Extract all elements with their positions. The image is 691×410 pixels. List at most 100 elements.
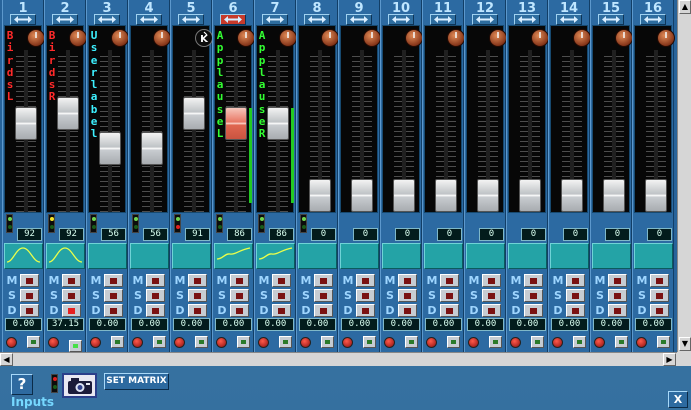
pan-knob-icon[interactable] (279, 29, 297, 47)
pan-knob-icon[interactable] (405, 29, 423, 47)
stereo-link-button[interactable] (514, 14, 540, 25)
fader-cap[interactable] (183, 97, 205, 131)
record-arm-icon[interactable] (342, 337, 353, 348)
help-button[interactable]: ? (11, 374, 33, 395)
group-button[interactable] (195, 336, 208, 348)
mute-button[interactable] (398, 273, 417, 287)
d-button[interactable] (188, 303, 207, 317)
pan-knob-icon[interactable] (615, 29, 633, 47)
mute-button[interactable] (20, 273, 39, 287)
solo-button[interactable] (104, 288, 123, 302)
pan-knob-icon[interactable] (27, 29, 45, 47)
eq-curve-button[interactable] (256, 243, 295, 269)
mute-button[interactable] (230, 273, 249, 287)
group-button[interactable] (489, 336, 502, 348)
record-arm-icon[interactable] (90, 337, 101, 348)
fader-cap[interactable] (603, 179, 625, 213)
mute-button[interactable] (356, 273, 375, 287)
stereo-link-button[interactable] (388, 14, 414, 25)
mute-button[interactable] (272, 273, 291, 287)
solo-button[interactable] (62, 288, 81, 302)
record-arm-icon[interactable] (300, 337, 311, 348)
solo-button[interactable] (20, 288, 39, 302)
d-button[interactable] (62, 303, 81, 317)
camera-icon[interactable] (62, 373, 97, 398)
stereo-link-button[interactable] (430, 14, 456, 25)
d-button[interactable] (272, 303, 291, 317)
group-button[interactable] (405, 336, 418, 348)
group-button[interactable] (363, 336, 376, 348)
solo-button[interactable] (482, 288, 501, 302)
eq-curve-button[interactable] (88, 243, 127, 269)
group-button[interactable] (447, 336, 460, 348)
group-button[interactable] (69, 340, 82, 352)
record-arm-icon[interactable] (132, 337, 143, 348)
d-button[interactable] (566, 303, 585, 317)
vertical-scrollbar[interactable]: ▲ ▼ (677, 0, 691, 352)
eq-curve-button[interactable] (46, 243, 85, 269)
fader-cap[interactable] (57, 97, 79, 131)
record-arm-icon[interactable] (174, 337, 185, 348)
mute-button[interactable] (146, 273, 165, 287)
d-button[interactable] (104, 303, 123, 317)
fader-cap[interactable] (477, 179, 499, 213)
d-button[interactable] (650, 303, 669, 317)
d-button[interactable] (524, 303, 543, 317)
record-arm-icon[interactable] (426, 337, 437, 348)
d-button[interactable] (314, 303, 333, 317)
stereo-link-button[interactable] (220, 14, 246, 25)
scroll-down-arrow-icon[interactable]: ▼ (679, 337, 691, 351)
d-button[interactable] (440, 303, 459, 317)
d-button[interactable] (482, 303, 501, 317)
record-arm-icon[interactable] (216, 337, 227, 348)
scroll-right-arrow-icon[interactable]: ▶ (663, 353, 676, 366)
key-knob-icon[interactable]: K (195, 29, 213, 47)
mute-button[interactable] (566, 273, 585, 287)
solo-button[interactable] (356, 288, 375, 302)
stereo-link-button[interactable] (304, 14, 330, 25)
fader-cap[interactable] (99, 132, 121, 165)
record-arm-icon[interactable] (552, 337, 563, 348)
group-button[interactable] (279, 336, 292, 348)
solo-button[interactable] (608, 288, 627, 302)
fader-cap[interactable] (393, 179, 415, 213)
fader-cap[interactable] (519, 179, 541, 213)
mute-button[interactable] (62, 273, 81, 287)
pan-knob-icon[interactable] (657, 29, 675, 47)
stereo-link-button[interactable] (52, 14, 78, 25)
pan-knob-icon[interactable] (237, 29, 255, 47)
d-button[interactable] (356, 303, 375, 317)
pan-knob-icon[interactable] (111, 29, 129, 47)
d-button[interactable] (20, 303, 39, 317)
pan-knob-icon[interactable] (363, 29, 381, 47)
group-button[interactable] (321, 336, 334, 348)
solo-button[interactable] (566, 288, 585, 302)
record-arm-icon[interactable] (6, 337, 17, 348)
group-button[interactable] (111, 336, 124, 348)
solo-button[interactable] (146, 288, 165, 302)
group-button[interactable] (237, 336, 250, 348)
stereo-link-button[interactable] (262, 14, 288, 25)
eq-curve-button[interactable] (4, 243, 43, 269)
group-button[interactable] (615, 336, 628, 348)
solo-button[interactable] (524, 288, 543, 302)
stereo-link-button[interactable] (640, 14, 666, 25)
pan-knob-icon[interactable] (531, 29, 549, 47)
mute-button[interactable] (188, 273, 207, 287)
pan-knob-icon[interactable] (489, 29, 507, 47)
mute-button[interactable] (482, 273, 501, 287)
scroll-up-arrow-icon[interactable]: ▲ (679, 0, 691, 14)
stereo-link-button[interactable] (346, 14, 372, 25)
fader-cap[interactable] (267, 106, 289, 140)
mute-button[interactable] (104, 273, 123, 287)
record-arm-icon[interactable] (48, 337, 59, 348)
eq-curve-button[interactable] (634, 243, 673, 269)
group-button[interactable] (531, 336, 544, 348)
eq-curve-button[interactable] (130, 243, 169, 269)
fader-cap[interactable] (15, 106, 37, 140)
solo-button[interactable] (272, 288, 291, 302)
mute-button[interactable] (650, 273, 669, 287)
eq-curve-button[interactable] (424, 243, 463, 269)
horizontal-scrollbar[interactable]: ◀ ▶ (0, 352, 677, 366)
fader-cap[interactable] (141, 132, 163, 165)
